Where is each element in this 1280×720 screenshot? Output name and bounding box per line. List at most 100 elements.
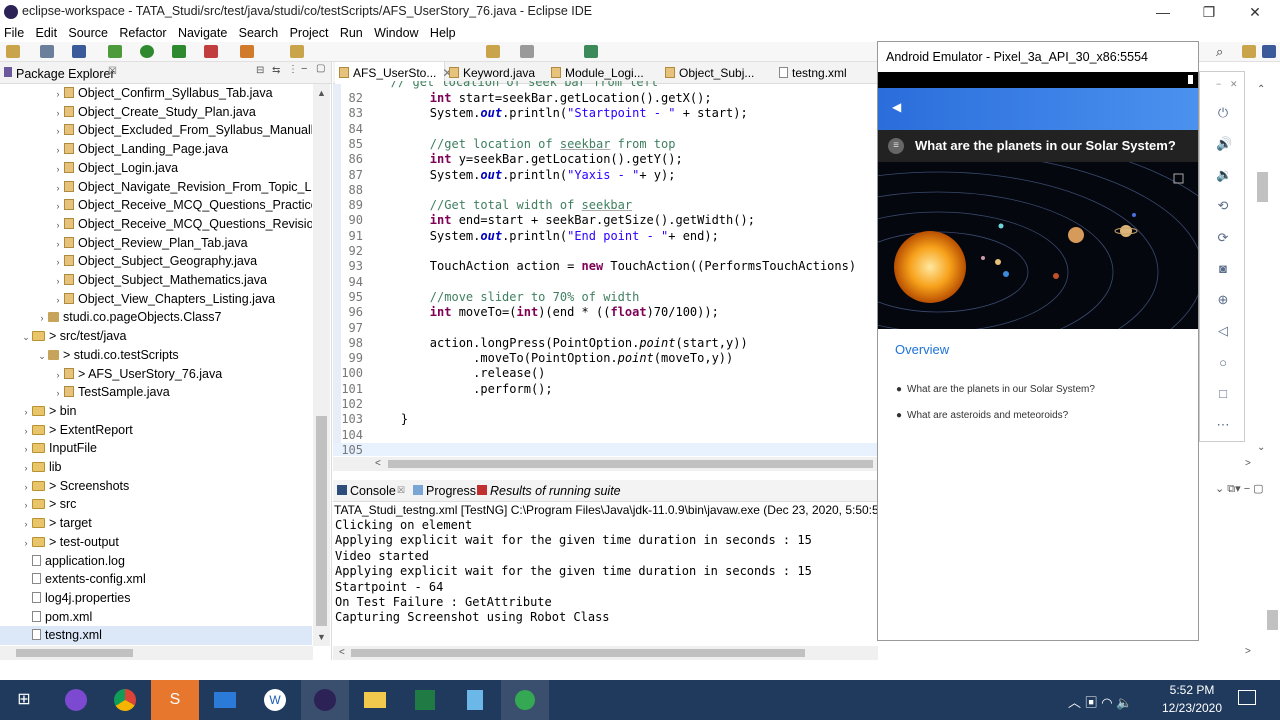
right-scroll-right-icon[interactable]: > [1245,458,1251,469]
tree-item[interactable]: application.log [0,552,312,571]
external-tools-icon[interactable] [204,45,218,58]
tree-item[interactable]: › > AFS_UserStory_76.java [0,365,312,384]
menu-refactor[interactable]: Refactor [115,24,170,42]
home-icon[interactable]: ○ [1216,356,1230,370]
tree-horizontal-scrollbar[interactable] [0,646,313,660]
tree-item[interactable]: › > Screenshots [0,477,312,496]
expanded-chevron-icon[interactable]: ⌄ [20,328,32,346]
tree-item[interactable]: › Object_Subject_Mathematics.java [0,271,312,290]
collapsed-chevron-icon[interactable]: › [20,496,32,514]
collapsed-chevron-icon[interactable]: › [36,309,48,327]
menu-project[interactable]: Project [286,24,333,42]
collapsed-chevron-icon[interactable]: › [52,197,64,215]
tree-item[interactable]: pom.xml [0,608,312,627]
menu-help[interactable]: Help [426,24,460,42]
close-view-icon[interactable]: ☒ [108,66,117,77]
right-scroll-thumb[interactable] [1257,172,1268,202]
rotate-right-icon[interactable]: ⟳ [1216,231,1230,245]
tree-vertical-scrollbar[interactable]: ▲ ▼ [313,84,330,646]
tree-item[interactable]: › Object_Receive_MCQ_Questions_Revision.j… [0,215,313,234]
menu-search[interactable]: Search [235,24,283,42]
forward-nav-icon[interactable] [520,45,534,58]
collapsed-chevron-icon[interactable]: › [52,85,64,103]
tab-results[interactable]: Results of running suite [490,484,621,498]
collapsed-chevron-icon[interactable]: › [52,179,64,197]
new-icon[interactable] [6,45,20,58]
collapsed-chevron-icon[interactable]: › [20,515,32,533]
tree-item[interactable]: testng.xml [0,626,312,646]
menu-icon[interactable]: ≡ [888,138,904,154]
restore-button[interactable]: ❐ [1186,0,1232,24]
collapsed-chevron-icon[interactable]: › [52,104,64,122]
coverage-icon[interactable] [172,45,186,58]
power-icon[interactable]: ⏻ [1216,106,1230,120]
tree-item[interactable]: › Object_View_Chapters_Listing.java [0,290,312,309]
collapsed-chevron-icon[interactable]: › [20,459,32,477]
more-icon[interactable]: ⋯ [1216,418,1230,432]
link-editor-icon[interactable]: ⇆ [272,65,280,76]
clock-date[interactable]: 12/23/2020 [1158,701,1226,715]
tree-item[interactable]: › Object_Confirm_Syllabus_Tab.java [0,84,312,103]
tree-scroll-thumb[interactable] [316,416,327,626]
emu-close-icon[interactable]: ✕ [1230,79,1238,90]
collapse-all-icon[interactable]: ⊟ [256,65,264,76]
save-icon[interactable] [40,45,54,58]
tree-item[interactable]: › Object_Review_Plan_Tab.java [0,234,312,253]
open-type-icon[interactable] [290,45,304,58]
android-studio-icon[interactable] [501,680,549,720]
tree-item[interactable]: › > src [0,495,312,514]
zoom-icon[interactable]: ⊕ [1216,293,1230,307]
overview-icon[interactable]: □ [1216,387,1230,401]
maximize-view-icon[interactable]: ▢ [316,63,325,74]
clock-time[interactable]: 5:52 PM [1158,683,1226,697]
bullet-item[interactable]: ● What are the planets in our Solar Syste… [896,384,1095,395]
start-icon[interactable]: ⊞ [0,680,48,720]
tree-item[interactable]: › Object_Navigate_Revision_From_Topic_Lis… [0,178,313,197]
collapsed-chevron-icon[interactable]: › [52,384,64,402]
tree-item[interactable]: ⌄ > studi.co.testScripts [0,346,312,365]
chrome-icon[interactable] [101,680,149,720]
collapsed-chevron-icon[interactable]: › [20,403,32,421]
menu-source[interactable]: Source [64,24,112,42]
console-horizontal-scrollbar[interactable]: < [333,646,878,660]
collapsed-chevron-icon[interactable]: › [52,216,64,234]
back-icon[interactable]: ◁ [1216,324,1230,338]
collapsed-chevron-icon[interactable]: › [52,272,64,290]
tree-item[interactable]: › Object_Login.java [0,159,312,178]
tree-item[interactable]: log4j.properties [0,589,312,608]
tree-item[interactable]: › lib [0,458,312,477]
tab-console[interactable]: Console [350,484,396,498]
tab-progress[interactable]: Progress [426,484,476,498]
tree-item[interactable]: › Object_Excluded_From_Syllabus_Manually.… [0,121,313,140]
excel-icon[interactable] [401,680,449,720]
code-area[interactable]: // get location of seek bar from left 82… [333,81,878,456]
collapsed-chevron-icon[interactable]: › [52,122,64,140]
collapsed-chevron-icon[interactable]: › [52,253,64,271]
collapsed-chevron-icon[interactable]: › [20,440,32,458]
file-explorer-icon[interactable] [351,680,399,720]
mail-icon[interactable] [201,680,249,720]
search-icon[interactable]: ⌕ [1216,44,1223,60]
console-vscroll-thumb[interactable] [1267,610,1278,630]
scroll-up-icon[interactable]: ▲ [317,88,326,98]
tree-item[interactable]: › studi.co.pageObjects.Class7 [0,308,312,327]
close-console-icon[interactable]: ☒ [397,485,405,496]
tree-item[interactable]: › > test-output [0,533,312,552]
tree-item[interactable]: › InputFile [0,439,312,458]
collapsed-chevron-icon[interactable]: › [52,141,64,159]
tree-item[interactable]: › TestSample.java [0,383,312,402]
console-scroll-right-icon[interactable]: > [1245,646,1251,657]
skype-icon[interactable]: S [151,680,199,720]
collapsed-chevron-icon[interactable]: › [20,478,32,496]
debug-icon[interactable] [108,45,122,58]
tree-item[interactable]: › Object_Landing_Page.java [0,140,312,159]
right-scroll-up-icon[interactable]: ⌃ [1257,84,1265,95]
back-arrow-icon[interactable]: ◀ [892,100,901,114]
word-icon[interactable]: W [251,680,299,720]
java-perspective-icon[interactable] [1262,45,1276,58]
run-icon[interactable] [140,45,154,58]
volume-up-icon[interactable]: 🔊 [1216,137,1232,151]
minimize-view-icon[interactable]: − [301,63,307,75]
rotate-left-icon[interactable]: ⟲ [1216,199,1230,213]
solar-system-image[interactable] [878,162,1198,329]
